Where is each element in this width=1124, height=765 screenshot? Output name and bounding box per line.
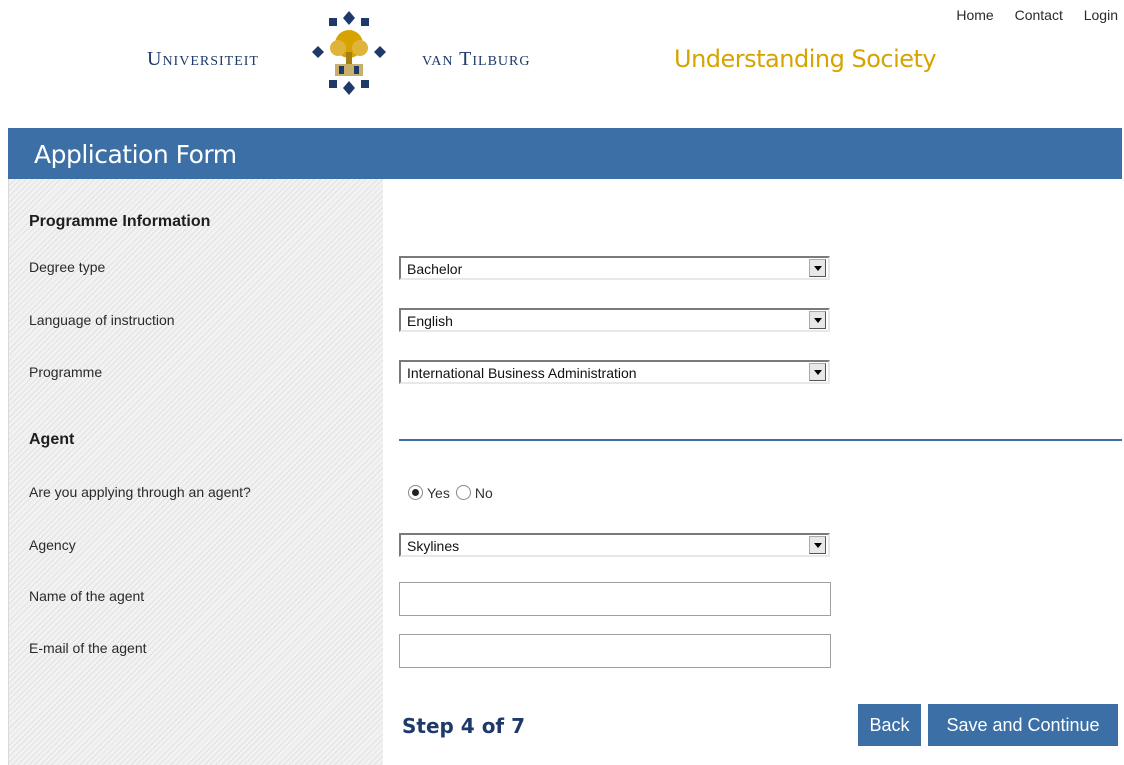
no-radio-label[interactable]: No: [475, 485, 493, 501]
back-button[interactable]: Back: [858, 704, 921, 746]
tagline: Understanding Society: [674, 45, 937, 73]
chevron-down-icon[interactable]: [809, 311, 826, 329]
applying-question-label: Are you applying through an agent?: [29, 484, 251, 500]
agent-name-label: Name of the agent: [29, 588, 145, 604]
programme-label: Programme: [29, 364, 103, 380]
logo-word-left: Universiteit: [147, 48, 259, 70]
form-title: Application Form: [34, 140, 237, 169]
yes-radio[interactable]: [408, 485, 423, 500]
degree-type-value: Bachelor: [407, 261, 463, 277]
save-and-continue-button[interactable]: Save and Continue: [928, 704, 1118, 746]
no-radio[interactable]: [455, 485, 471, 500]
degree-type-label: Degree type: [29, 259, 106, 275]
logo-emblem-icon: [312, 11, 386, 95]
agent-section-heading: Agent: [29, 431, 75, 448]
programme-select[interactable]: International Business Administration: [399, 360, 830, 384]
form-title-bar: Application Form: [8, 128, 1122, 179]
agency-label: Agency: [29, 537, 76, 553]
programme-value: International Business Administration: [407, 365, 637, 381]
login-link[interactable]: Login: [1084, 7, 1118, 23]
top-navigation: Home Contact Login: [939, 7, 1118, 23]
chevron-down-icon[interactable]: [809, 363, 826, 381]
agent-radio-group: Yes No: [408, 485, 499, 501]
agent-name-input[interactable]: [399, 582, 831, 616]
section-divider: [399, 439, 1122, 441]
yes-radio-label[interactable]: Yes: [427, 485, 450, 501]
language-label: Language of instruction: [29, 312, 175, 328]
logo-word-right: van Tilburg: [422, 48, 531, 70]
step-indicator: Step 4 of 7: [402, 714, 526, 738]
agent-email-label: E-mail of the agent: [29, 640, 147, 656]
home-link[interactable]: Home: [956, 7, 993, 23]
programme-section-heading: Programme Information: [29, 213, 211, 230]
agency-value: Skylines: [407, 538, 460, 554]
degree-type-select[interactable]: Bachelor: [399, 256, 830, 280]
university-logo[interactable]: Universiteit van Tilburg: [147, 8, 577, 98]
agency-select[interactable]: Skylines: [399, 533, 830, 557]
chevron-down-icon[interactable]: [809, 259, 826, 277]
language-value: English: [407, 313, 453, 329]
contact-link[interactable]: Contact: [1015, 7, 1063, 23]
agent-email-input[interactable]: [399, 634, 831, 668]
language-select[interactable]: English: [399, 308, 830, 332]
chevron-down-icon[interactable]: [809, 536, 826, 554]
